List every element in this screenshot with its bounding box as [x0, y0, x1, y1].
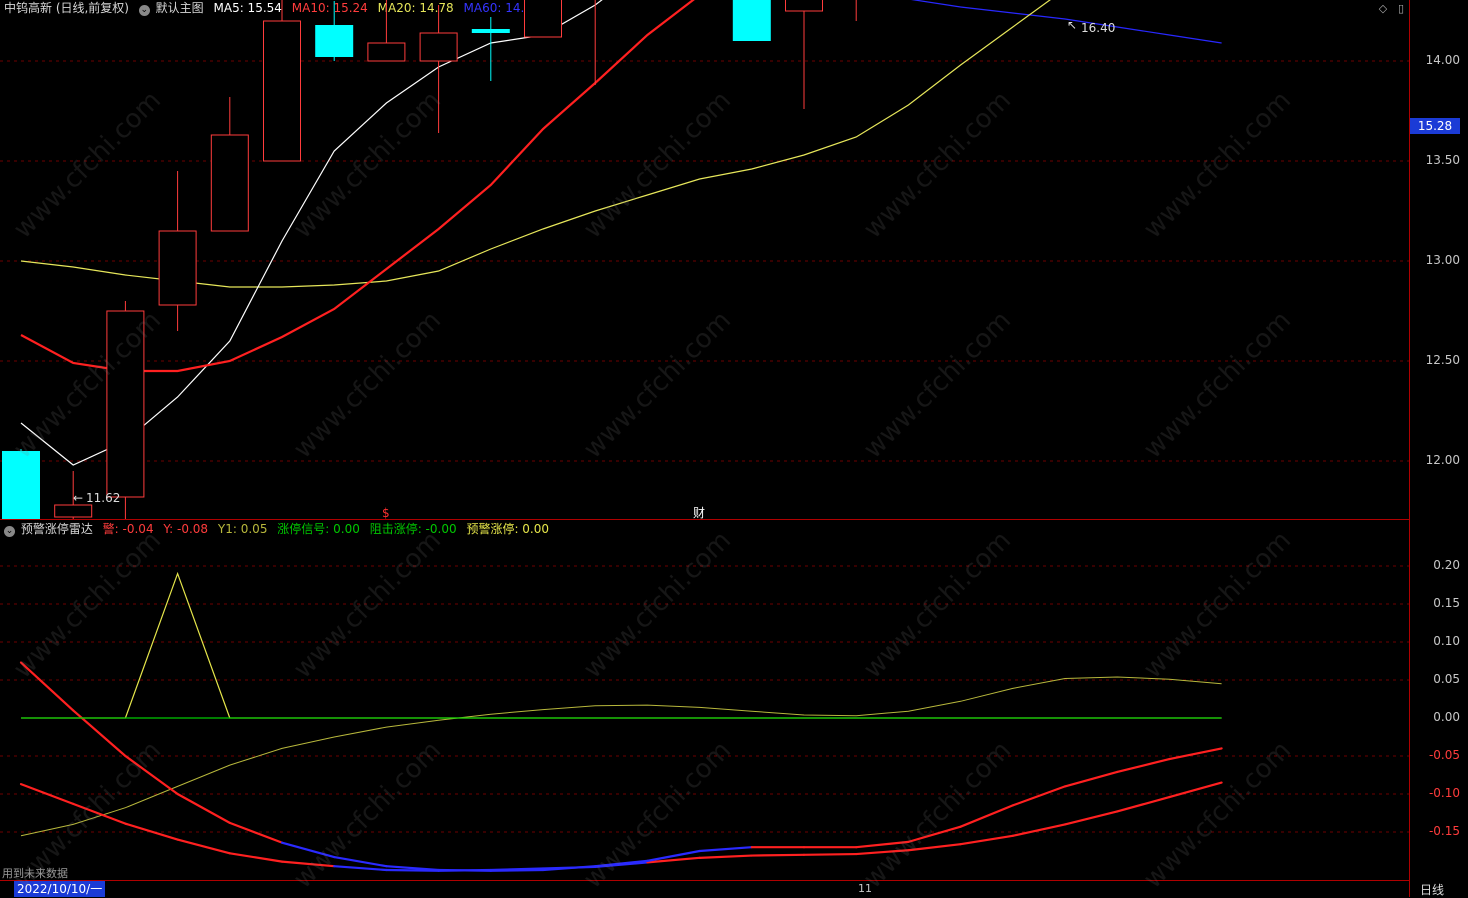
series-警-segment: [489, 868, 545, 872]
series-警-segment: [280, 841, 336, 859]
y-tick-label: 0.15: [1433, 596, 1460, 610]
candle-body: [54, 504, 93, 518]
series-Y-segment: [228, 852, 284, 863]
event-marker-finance[interactable]: 财: [693, 506, 705, 519]
series-Y-segment: [907, 843, 962, 852]
candle-body: [524, 0, 562, 38]
candle-body: [315, 25, 354, 57]
candle[interactable]: [785, 0, 823, 109]
candle[interactable]: [158, 171, 197, 331]
candle[interactable]: [315, 0, 354, 61]
candle-body: [263, 20, 301, 162]
current-price-tag: 15.28: [1410, 118, 1460, 134]
series-警-segment: [1011, 785, 1067, 807]
candle[interactable]: [419, 5, 458, 133]
y-tick-label: 0.10: [1433, 634, 1460, 648]
series-Y-segment: [72, 802, 127, 825]
series-Y-segment: [280, 860, 336, 868]
ma5-line: [20, 0, 603, 466]
y-tick-label: -0.15: [1428, 824, 1460, 838]
series-Y-segment: [802, 852, 858, 856]
low-annotation: 11.62: [86, 491, 120, 505]
future-data-note: 用到未来数据: [2, 867, 68, 880]
series-Y-segment: [1063, 810, 1119, 826]
high-arrow-icon: ↖: [1067, 18, 1077, 32]
candle-body: [210, 134, 249, 232]
candle[interactable]: [106, 301, 145, 519]
series-警-segment: [698, 846, 753, 853]
y-tick-label: 13.50: [1425, 153, 1460, 167]
candle[interactable]: [263, 0, 301, 162]
series-警-segment: [228, 821, 284, 844]
y-tick-label: 12.00: [1425, 453, 1460, 467]
candle[interactable]: [524, 0, 562, 38]
ma20-line: [20, 0, 1051, 288]
candlestick-chart[interactable]: 16.40 ↖ ← 11.62 $ 财: [0, 0, 1409, 519]
candle-body: [785, 0, 823, 12]
axis-divider: [1409, 0, 1410, 897]
ma10-line: [20, 0, 695, 373]
month-marker: 11: [858, 882, 872, 895]
series-Y-segment: [1168, 781, 1223, 799]
y-tick-label: -0.10: [1428, 786, 1460, 800]
high-annotation: 16.40: [1081, 21, 1115, 35]
candle[interactable]: [210, 97, 249, 232]
candle[interactable]: [367, 0, 406, 62]
series-警-segment: [1116, 757, 1171, 774]
candle[interactable]: [2, 449, 40, 519]
series-警-segment: [855, 840, 910, 849]
series-警-segment: [1063, 770, 1119, 788]
series-Y-segment: [698, 854, 753, 859]
cursor-date-label: 2022/10/10/一: [14, 881, 106, 897]
series-Y-segment: [1011, 823, 1067, 837]
series-警-segment: [333, 855, 388, 868]
candle[interactable]: [732, 0, 771, 41]
series-警-segment: [1168, 747, 1223, 761]
y-tick-label: 0.05: [1433, 672, 1460, 686]
indicator-chart[interactable]: [0, 520, 1409, 880]
low-arrow-icon: ←: [73, 491, 83, 505]
series-Y-segment: [855, 849, 910, 856]
series-警-segment: [19, 661, 75, 712]
event-marker-dividend[interactable]: $: [382, 506, 390, 519]
y-tick-label: 13.00: [1425, 253, 1460, 267]
series-警-segment: [907, 825, 962, 843]
y-tick-label: 12.50: [1425, 353, 1460, 367]
series-警-segment: [959, 804, 1014, 828]
candle-body: [158, 230, 197, 306]
series-预警涨停-line: [21, 571, 1222, 719]
candle-body: [2, 451, 40, 519]
y-tick-label: -0.05: [1428, 748, 1460, 762]
series-Y1-line: [20, 676, 1222, 837]
y-tick-label: 0.00: [1433, 710, 1460, 724]
series-Y-segment: [959, 834, 1014, 846]
series-Y-segment: [1116, 795, 1171, 813]
candle-body: [106, 310, 145, 498]
series-警-segment: [72, 709, 127, 758]
series-Y-segment: [333, 865, 388, 872]
candle-body: [367, 42, 406, 62]
series-警-segment: [124, 754, 179, 796]
candle-body: [419, 32, 458, 62]
series-警-segment: [176, 792, 231, 824]
y-tick-label: 14.00: [1425, 53, 1460, 67]
candle-body: [732, 0, 771, 41]
candle-body: [471, 29, 510, 33]
series-警-segment: [437, 868, 492, 872]
series-Y-segment: [176, 838, 231, 855]
candle[interactable]: [838, 0, 875, 21]
series-Y-segment: [750, 853, 806, 857]
bottom-divider: [0, 880, 1409, 881]
y-tick-label: 0.20: [1433, 558, 1460, 572]
period-selector[interactable]: 日线: [1420, 881, 1444, 898]
